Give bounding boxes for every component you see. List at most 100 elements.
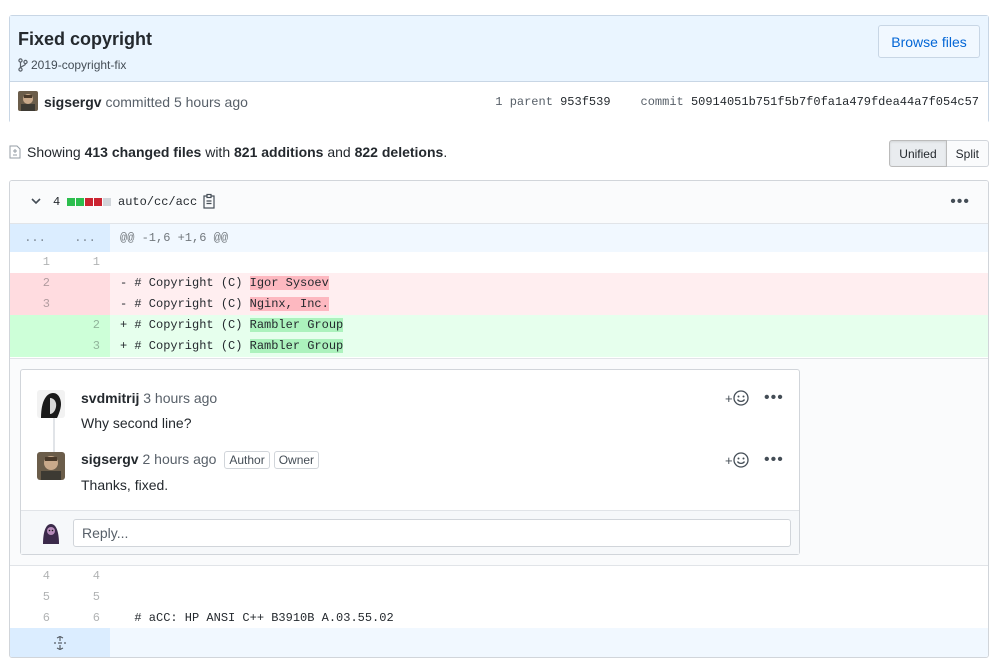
branch-icon	[18, 58, 28, 72]
commit-info: commit 50914051b751f5b7f0fa1a479fdea44a7…	[640, 95, 979, 109]
diff-context-row: 6 6 # aCC: HP ANSI C++ B3910B A.03.55.02	[10, 608, 988, 629]
diff-context-row: 4 4	[10, 566, 988, 587]
diffstat-add-block	[67, 198, 75, 206]
diffstat-bar	[67, 198, 111, 206]
comment-thread: svdmitrij 3 hours ago + ••• Why second l…	[20, 369, 800, 555]
commit-header: Fixed copyright 2019-copyright-fix Brows…	[9, 15, 989, 123]
comment-author-link[interactable]: svdmitrij	[81, 390, 139, 406]
line-number-new[interactable]: 6	[60, 608, 110, 629]
commenter-avatar[interactable]	[37, 452, 65, 480]
branch-name[interactable]: 2019-copyright-fix	[31, 58, 126, 72]
diffstat-neutral-block	[103, 198, 111, 206]
add-reaction-button[interactable]: +	[725, 452, 749, 468]
diff-deletion-row: 3 - # Copyright (C) Nginx, Inc.	[10, 294, 988, 315]
add-reaction-button[interactable]: +	[725, 390, 749, 406]
diff-context-row: 1 1	[10, 252, 988, 273]
diffstat-del-block	[85, 198, 93, 206]
current-user-avatar	[39, 520, 63, 544]
line-number-new[interactable]: 4	[60, 566, 110, 587]
comment-body: Why second line?	[81, 415, 192, 431]
diffstat-add-block	[76, 198, 84, 206]
diff-addition-row: 2 + # Copyright (C) Rambler Group	[10, 315, 988, 336]
file-options-icon[interactable]: •••	[950, 193, 970, 211]
split-view-button[interactable]: Split	[946, 140, 989, 167]
owner-label: Owner	[273, 451, 320, 469]
chevron-down-icon[interactable]	[30, 195, 42, 207]
hunk-header-row: ... ... @@ -1,6 +1,6 @@	[10, 224, 988, 252]
comment-author-link[interactable]: sigsergv	[81, 451, 139, 467]
diff-context-row: 5 5	[10, 587, 988, 608]
diff-toolbar: Showing 413 changed files with 821 addit…	[9, 140, 989, 168]
browse-files-button[interactable]: Browse files	[878, 25, 980, 58]
comment-time[interactable]: 2 hours ago	[142, 451, 216, 467]
line-code: - # Copyright (C) Nginx, Inc.	[120, 297, 329, 311]
expand-up-button[interactable]: ...	[60, 224, 110, 252]
file-diff: 4 auto/cc/acc ••• ... ... @@ -1,6 +1,6 @…	[9, 180, 989, 658]
line-number-new	[60, 294, 110, 315]
committed-time: committed 5 hours ago	[105, 94, 248, 110]
file-header: 4 auto/cc/acc •••	[10, 181, 988, 224]
author-avatar[interactable]	[18, 91, 38, 111]
reply-input[interactable]: Reply...	[73, 519, 791, 547]
line-number-old[interactable]: 3	[10, 294, 60, 315]
additions-count: 821 additions	[234, 144, 324, 160]
commit-shas: 1 parent 953f539 commit 50914051b751f5b7…	[495, 95, 979, 109]
clipboard-icon[interactable]	[202, 193, 216, 209]
view-toggle: Unified Split	[889, 140, 989, 167]
diff-addition-row: 3 + # Copyright (C) Rambler Group	[10, 336, 988, 357]
comment-time[interactable]: 3 hours ago	[143, 390, 217, 406]
commit-meta: sigsergv committed 5 hours ago 1 parent …	[10, 82, 988, 123]
line-number-new[interactable]: 1	[60, 252, 110, 273]
commit-author-line: sigsergv committed 5 hours ago	[44, 94, 248, 110]
comment-options-icon[interactable]: •••	[764, 451, 784, 469]
line-number-old[interactable]: 2	[10, 273, 60, 294]
line-number-new[interactable]: 2	[60, 315, 110, 336]
changed-word: Rambler Group	[249, 318, 344, 332]
smiley-icon	[732, 452, 749, 468]
commit-sha: 50914051b751f5b7f0fa1a479fdea44a7f054c57	[690, 95, 979, 109]
line-number-new[interactable]: 3	[60, 336, 110, 357]
parent-info: 1 parent 953f539	[495, 95, 611, 109]
file-diff-icon	[9, 145, 21, 159]
diffstat-del-block	[94, 198, 102, 206]
comment-body: Thanks, fixed.	[81, 477, 169, 493]
line-number-old[interactable]: 6	[10, 608, 60, 629]
line-number-old[interactable]: 1	[10, 252, 60, 273]
file-change-count: 4	[53, 195, 61, 209]
comment-header: sigsergv 2 hours ago Author Owner	[81, 451, 320, 469]
comment-header: svdmitrij 3 hours ago	[81, 390, 217, 406]
line-number-old	[10, 315, 60, 336]
line-code: # aCC: HP ANSI C++ B3910B A.03.55.02	[120, 611, 394, 625]
changed-word: Rambler Group	[249, 339, 344, 353]
file-path-link[interactable]: auto/cc/acc	[118, 195, 197, 209]
changed-word: Nginx, Inc.	[249, 297, 329, 311]
line-number-old	[10, 336, 60, 357]
inline-comment-container: svdmitrij 3 hours ago + ••• Why second l…	[10, 358, 988, 566]
hunk-header: @@ -1,6 +1,6 @@	[120, 231, 229, 245]
commenter-avatar[interactable]	[37, 390, 65, 418]
branch-info[interactable]: 2019-copyright-fix	[18, 58, 126, 72]
diff-deletion-row: 2 - # Copyright (C) Igor Sysoev	[10, 273, 988, 294]
reply-area: Reply...	[21, 510, 799, 554]
line-number-old[interactable]: 4	[10, 566, 60, 587]
commit-title: Fixed copyright	[18, 29, 153, 49]
line-number-old[interactable]: 5	[10, 587, 60, 608]
changed-word: Igor Sysoev	[249, 276, 329, 290]
expand-row	[10, 628, 988, 657]
changed-files-count[interactable]: 413 changed files	[85, 144, 202, 160]
line-number-new[interactable]: 5	[60, 587, 110, 608]
unfold-icon	[54, 636, 66, 650]
commit-title-area: Fixed copyright 2019-copyright-fix Brows…	[10, 16, 988, 82]
commit-author-link[interactable]: sigsergv	[44, 94, 102, 110]
expand-down-button[interactable]	[10, 628, 110, 657]
comment-options-icon[interactable]: •••	[764, 389, 784, 407]
unified-view-button[interactable]: Unified	[889, 140, 947, 167]
line-code: - # Copyright (C) Igor Sysoev	[120, 276, 329, 290]
parent-sha-link[interactable]: 953f539	[560, 95, 610, 109]
line-number-new	[60, 273, 110, 294]
expand-up-button[interactable]: ...	[10, 224, 60, 252]
author-label: Author	[224, 451, 270, 469]
